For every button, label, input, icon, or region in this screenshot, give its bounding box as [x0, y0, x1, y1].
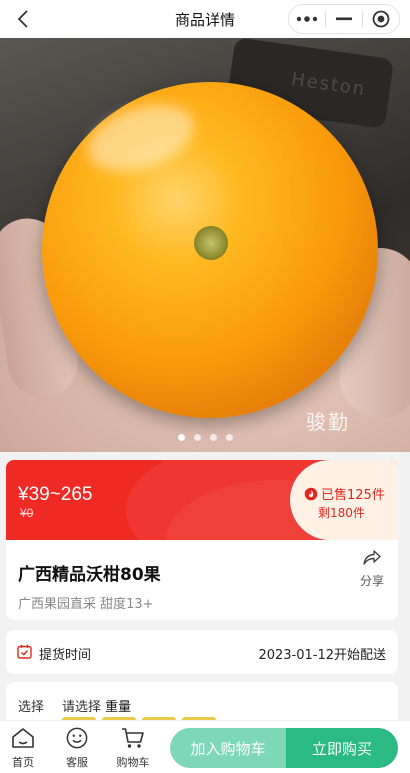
stock-remaining: 剩180件 [318, 506, 365, 520]
tab-cart-label: 购物车 [116, 756, 150, 769]
mini-program-capsule [288, 4, 400, 34]
home-icon [12, 728, 34, 748]
flame-icon [304, 487, 318, 500]
gallery-dot[interactable] [193, 434, 201, 441]
buy-now-button[interactable]: 立即购买 [286, 728, 398, 768]
tab-home[interactable]: 首页 [3, 727, 43, 770]
pickup-time-row: 提货时间 2023-01-12开始配送 [6, 630, 398, 674]
select-option-text: 重量 [105, 700, 132, 715]
share-label: 分享 [359, 574, 384, 588]
select-prompt: 请选择 重量 [62, 696, 131, 715]
tab-home-label: 首页 [12, 756, 34, 769]
sold-count-text: 已售125件 [321, 488, 385, 503]
product-name: 广西精品沃柑80果 [18, 565, 161, 585]
product-subtitle: 广西果园直采 甜度13+ [18, 597, 154, 612]
pickup-label: 提货时间 [39, 648, 92, 663]
pickup-date: 2023-01-12开始配送 [258, 648, 386, 663]
nav-header: 商品详情 [0, 0, 410, 38]
cart-icon [122, 728, 144, 748]
price-banner: ¥39~265 ¥0 已售125件 剩180件 [6, 460, 398, 540]
more-dots-icon [296, 16, 318, 22]
bottom-action-bar: 首页 客服 购物车 加入购物车 立即购买 [0, 720, 410, 773]
select-label: 选择 [18, 700, 45, 715]
image-watermark: 骏勤 [306, 410, 350, 434]
minimize-button[interactable] [326, 5, 362, 33]
tab-service[interactable]: 客服 [57, 727, 97, 770]
gallery-dot[interactable] [209, 434, 217, 441]
gallery-dot-active[interactable] [177, 434, 185, 441]
share-icon [363, 550, 381, 565]
gallery-dot[interactable] [225, 434, 233, 441]
tab-cart[interactable]: 购物车 [113, 727, 153, 770]
product-info-card: 广西精品沃柑80果 广西果园直采 甜度13+ 分享 [6, 540, 398, 620]
select-prompt-text: 请选择 [62, 700, 102, 715]
smile-icon [66, 727, 88, 749]
product-gallery[interactable]: Heston 骏勤 [0, 38, 410, 452]
share-button[interactable]: 分享 [356, 550, 388, 589]
tab-service-label: 客服 [66, 756, 88, 769]
close-button[interactable] [363, 5, 399, 33]
add-to-cart-button[interactable]: 加入购物车 [170, 728, 286, 768]
sales-box: 已售125件 剩180件 [290, 460, 398, 540]
orange-stem [194, 226, 228, 260]
target-circle-icon [372, 10, 390, 28]
sold-count: 已售125件 [304, 484, 385, 503]
gallery-indicator [0, 434, 410, 441]
more-button[interactable] [289, 5, 325, 33]
original-price: ¥0 [20, 506, 34, 520]
minimize-icon [336, 17, 352, 21]
price-range: ¥39~265 [18, 484, 93, 505]
calendar-check-icon [17, 644, 32, 659]
